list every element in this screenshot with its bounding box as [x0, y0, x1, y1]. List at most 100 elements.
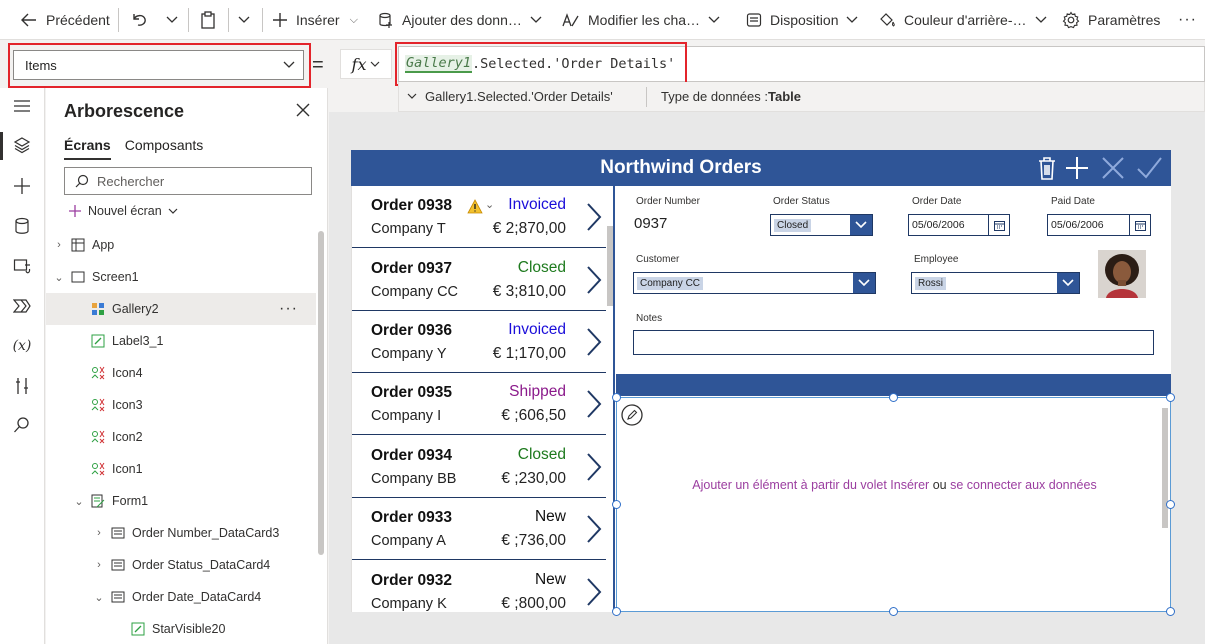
- tree-node-order-number-datacard[interactable]: › Order Number_DataCard3: [46, 517, 316, 549]
- chevron-right-icon[interactable]: [586, 514, 602, 544]
- notes-input[interactable]: [633, 330, 1154, 355]
- chevron-down-icon: [238, 16, 250, 23]
- close-icon[interactable]: [294, 101, 312, 119]
- power-automate-icon[interactable]: [12, 296, 32, 316]
- insert-button[interactable]: Insérer ⌵: [272, 0, 358, 40]
- resize-handle[interactable]: [1166, 393, 1175, 402]
- more-options-button[interactable]: ···: [1178, 0, 1197, 40]
- tree-node-app[interactable]: › App: [46, 229, 316, 261]
- resize-handle[interactable]: [612, 607, 621, 616]
- gallery-item[interactable]: Order 0934 Company BB Closed € ;230,00: [352, 436, 606, 498]
- employee-dropdown[interactable]: Rossi: [911, 272, 1080, 294]
- paste-button[interactable]: [200, 0, 216, 40]
- formula-input[interactable]: Gallery1 .Selected.'Order Details': [398, 46, 1205, 82]
- gallery-item[interactable]: Order 0932 Company K New € ;800,00: [352, 561, 606, 612]
- layers-icon[interactable]: [12, 135, 32, 155]
- tree-node-order-status-datacard[interactable]: › Order Status_DataCard4: [46, 549, 316, 581]
- warning-icon[interactable]: [467, 199, 483, 214]
- connect-data-link[interactable]: se connecter aux données: [950, 478, 1097, 492]
- background-color-button[interactable]: Couleur d'arrière-…: [878, 0, 1047, 40]
- gallery-item[interactable]: Order 0936 Company Y Invoiced € 1;170,00: [352, 311, 606, 373]
- advanced-tools-icon[interactable]: [12, 376, 32, 396]
- tree-node-label3-1[interactable]: Label3_1: [46, 325, 316, 357]
- tree-node-icon1[interactable]: Icon1: [46, 453, 316, 485]
- order-status-dropdown[interactable]: Closed: [770, 214, 873, 236]
- customer-dropdown[interactable]: Company CC: [633, 272, 876, 294]
- panel-scrollbar[interactable]: [1162, 408, 1168, 528]
- tab-screens[interactable]: Écrans: [64, 137, 111, 160]
- form-icon: [90, 493, 106, 509]
- insert-label: Insérer: [296, 12, 340, 28]
- back-button[interactable]: Précédent: [20, 0, 110, 40]
- function-button[interactable]: fx: [340, 49, 392, 79]
- resize-handle[interactable]: [1166, 607, 1175, 616]
- company-name: Company CC: [371, 284, 459, 300]
- chevron-right-icon[interactable]: [586, 265, 602, 295]
- hint-expression: Gallery1.Selected.'Order Details': [425, 89, 613, 104]
- paste-dropdown[interactable]: [238, 0, 250, 40]
- gallery-scrollbar[interactable]: [607, 226, 613, 306]
- new-screen-button[interactable]: Nouvel écran: [68, 204, 178, 218]
- undo-button[interactable]: [130, 0, 148, 40]
- media-icon[interactable]: [12, 256, 32, 276]
- resize-handle[interactable]: [889, 607, 898, 616]
- plus-icon[interactable]: [12, 176, 32, 196]
- calendar-icon[interactable]: [1129, 215, 1150, 235]
- edit-pencil-icon[interactable]: [621, 404, 643, 426]
- tree-node-screen1[interactable]: ⌄ Screen1: [46, 261, 316, 293]
- order-number: Order 0935: [371, 384, 452, 401]
- chevron-right-icon[interactable]: [586, 389, 602, 419]
- chevron-right-icon[interactable]: [586, 577, 602, 607]
- add-data-button[interactable]: Ajouter des donn…: [378, 0, 542, 40]
- paid-date-picker[interactable]: 05/06/2006: [1047, 214, 1151, 236]
- chevron-right-icon[interactable]: [586, 327, 602, 357]
- resize-handle[interactable]: [889, 393, 898, 402]
- gallery-item[interactable]: Order 0935 Company I Shipped € ;606,50: [352, 373, 606, 435]
- order-status-value: Closed: [774, 218, 812, 232]
- insert-pane-link[interactable]: Ajouter un élément à partir du volet Ins…: [692, 478, 929, 492]
- settings-button[interactable]: Paramètres: [1062, 0, 1160, 40]
- icon-control-icon: [90, 365, 106, 381]
- gallery-item[interactable]: Order 0938 ⌄ Company T Invoiced € 2;870,…: [352, 186, 606, 248]
- database-icon[interactable]: [12, 216, 32, 236]
- gallery-item[interactable]: Order 0937 Company CC Closed € 3;810,00: [352, 249, 606, 311]
- orders-gallery[interactable]: Order 0938 ⌄ Company T Invoiced € 2;870,…: [351, 186, 615, 612]
- hamburger-menu-icon[interactable]: [12, 96, 32, 116]
- tree-view-title: Arborescence: [64, 101, 185, 121]
- calendar-icon[interactable]: [988, 215, 1009, 235]
- gallery-item[interactable]: Order 0933 Company A New € ;736,00: [352, 498, 606, 560]
- undo-dropdown[interactable]: [166, 0, 178, 40]
- tree-node-form1[interactable]: ⌄ Form1: [46, 485, 316, 517]
- chevron-right-icon[interactable]: [586, 452, 602, 482]
- order-number: Order 0936: [371, 322, 452, 339]
- checkmark-icon[interactable]: [1135, 154, 1163, 182]
- tree-scrollbar[interactable]: [318, 231, 324, 555]
- background-color-label: Couleur d'arrière-…: [904, 12, 1027, 28]
- trash-icon[interactable]: [1033, 154, 1061, 182]
- tree-node-order-date-datacard[interactable]: ⌄ Order Date_DataCard4: [46, 581, 316, 613]
- ellipsis-icon[interactable]: ···: [279, 300, 298, 318]
- tab-components[interactable]: Composants: [125, 137, 204, 160]
- resize-handle[interactable]: [612, 393, 621, 402]
- datacard-icon: [110, 589, 126, 605]
- tree-node-icon3[interactable]: Icon3: [46, 389, 316, 421]
- layout-button[interactable]: Disposition: [746, 0, 858, 40]
- tree-node-gallery2[interactable]: Gallery2 ···: [46, 293, 316, 325]
- resize-handle[interactable]: [612, 500, 621, 509]
- plus-icon[interactable]: [1063, 154, 1091, 182]
- chevron-down-icon[interactable]: ⌄: [485, 198, 494, 211]
- empty-gallery-panel[interactable]: Ajouter un élément à partir du volet Ins…: [616, 397, 1171, 612]
- search-icon[interactable]: [12, 415, 32, 435]
- chevron-right-icon[interactable]: [586, 202, 602, 232]
- order-date-picker[interactable]: 05/06/2006: [908, 214, 1010, 236]
- cancel-icon[interactable]: [1099, 154, 1127, 182]
- tree-search-input[interactable]: Rechercher: [64, 167, 312, 195]
- tree-node-icon2[interactable]: Icon2: [46, 421, 316, 453]
- tree-node-icon4[interactable]: Icon4: [46, 357, 316, 389]
- formula-token-gallery[interactable]: Gallery1: [405, 55, 473, 73]
- tree-node-starvisible20[interactable]: StarVisible20: [46, 613, 316, 644]
- resize-handle[interactable]: [1166, 500, 1175, 509]
- property-selector[interactable]: Items: [13, 50, 304, 80]
- edit-fields-button[interactable]: Modifier les cha…: [562, 0, 720, 40]
- variables-icon[interactable]: (x): [12, 336, 32, 356]
